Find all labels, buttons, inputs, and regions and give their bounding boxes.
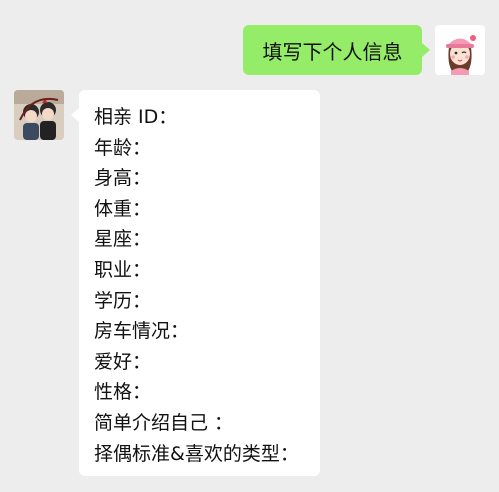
form-line-partner-criteria: 择偶标准&喜欢的类型： (94, 442, 299, 465)
incoming-message-bubble[interactable]: 相亲 ID： 年龄： 身高： 体重： 星座： 职业： 学历： 房车情况： 爱好：… (71, 90, 320, 476)
form-line-occupation: 职业： (94, 258, 152, 281)
form-line-hobbies: 爱好： (94, 350, 152, 373)
contact-avatar[interactable] (14, 90, 64, 140)
form-line-education: 学历： (94, 289, 152, 312)
form-line-self-intro: 简单介绍自己 ： (94, 411, 234, 434)
form-line-personality: 性格： (94, 381, 152, 404)
form-line-height: 身高： (94, 167, 152, 190)
form-line-weight: 体重： (94, 197, 152, 220)
girl-avatar-icon (435, 25, 485, 75)
outgoing-message-bubble[interactable]: 填写下个人信息 (243, 25, 430, 75)
couple-avatar-icon (14, 90, 64, 140)
form-line-dating-id: 相亲 ID： (94, 106, 178, 128)
self-avatar[interactable] (435, 25, 485, 75)
outgoing-message-text: 填写下个人信息 (262, 39, 403, 64)
form-line-house-car: 房车情况： (94, 320, 190, 343)
form-line-zodiac: 星座： (94, 228, 152, 251)
form-line-age: 年龄： (94, 136, 152, 159)
